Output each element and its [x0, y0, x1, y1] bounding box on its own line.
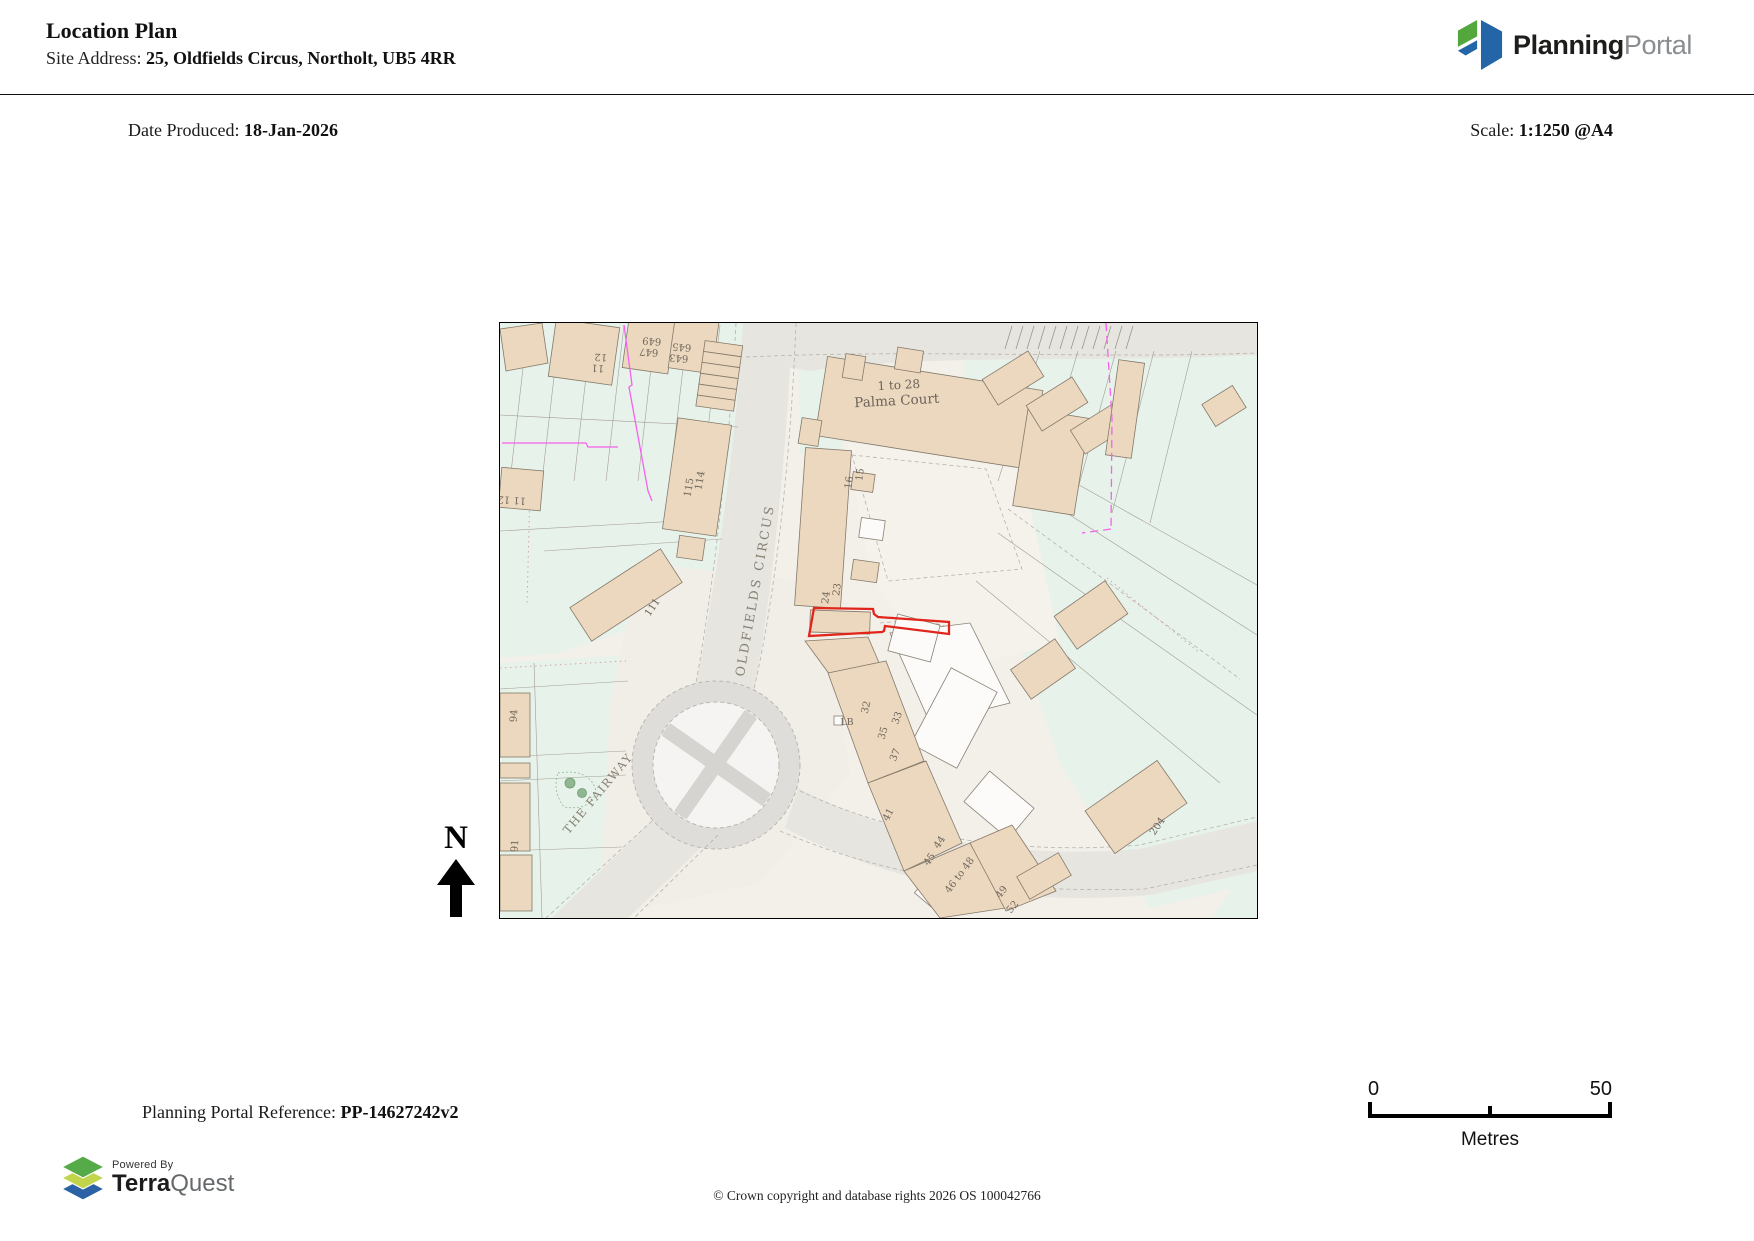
scale-bar-end: 50 — [1589, 1078, 1612, 1100]
map-label: 94 — [509, 709, 521, 722]
map-label: 1 to 28 — [877, 377, 920, 393]
map-label: 643 — [669, 351, 689, 363]
scale-bar-unit: Metres — [1460, 1129, 1520, 1150]
map-scale: Scale: 1:1250 @A4 — [1470, 120, 1613, 141]
location-plan-page: Location Plan Site Address: 25, Oldfield… — [0, 0, 1754, 1241]
map-label: 16 — [843, 476, 856, 490]
north-arrow: N — [430, 822, 482, 917]
brand-planning: Planning — [1513, 29, 1624, 60]
reference-label: Planning Portal Reference: — [142, 1102, 341, 1122]
map-label: LB — [840, 717, 853, 728]
page-title: Location Plan — [46, 18, 178, 43]
crown-copyright: © Crown copyright and database rights 20… — [713, 1188, 1041, 1203]
map-label: 649 — [642, 334, 662, 346]
header-divider — [0, 94, 1754, 95]
map-label: 15 — [854, 468, 867, 482]
location-plan-map: 1 to 28 Palma Court OLDFIELDS CIRCUS THE FA… — [497, 309, 1258, 919]
planning-portal-logo: PlanningPortal — [1456, 18, 1692, 72]
reference-value: PP-14627242v2 — [340, 1102, 459, 1122]
map-label: 91 — [510, 839, 522, 852]
planning-portal-wordmark: PlanningPortal — [1513, 30, 1692, 61]
map-label: 23 — [831, 583, 844, 597]
map-label: 24 — [820, 591, 833, 605]
map-label: 11 12 — [500, 493, 526, 506]
site-address-value: 25, Oldfields Circus, Northolt, UB5 4RR — [146, 48, 456, 68]
scale-value: 1:1250 @A4 — [1518, 120, 1613, 140]
planning-portal-icon — [1457, 20, 1503, 70]
scale-label: Scale: — [1470, 120, 1519, 140]
planning-portal-reference: Planning Portal Reference: PP-14627242v2 — [142, 1102, 458, 1123]
scale-bar-rule — [1368, 1102, 1612, 1118]
map-label: 645 — [672, 340, 692, 352]
scale-bar-start: 0 — [1368, 1078, 1380, 1100]
site-address: Site Address: 25, Oldfields Circus, Nort… — [46, 48, 456, 69]
map-label: 647 — [639, 345, 659, 357]
north-arrow-icon — [437, 859, 475, 917]
north-label: N — [444, 820, 468, 856]
map-canvas: 1 to 28Palma CourtOLDFIELDS CIRCUSTHE FA… — [497, 309, 1258, 919]
brand-portal: Portal — [1623, 29, 1693, 60]
scale-bar: 0 50 Metres — [1368, 1078, 1612, 1151]
site-address-label: Site Address: — [46, 48, 147, 68]
date-produced: Date Produced: 18-Jan-2026 — [128, 120, 338, 141]
date-value: 18-Jan-2026 — [243, 120, 338, 140]
date-label: Date Produced: — [128, 120, 244, 140]
map-roundabout — [631, 680, 801, 850]
map-label: 11 — [591, 362, 604, 374]
map-label: 12 — [594, 351, 607, 363]
